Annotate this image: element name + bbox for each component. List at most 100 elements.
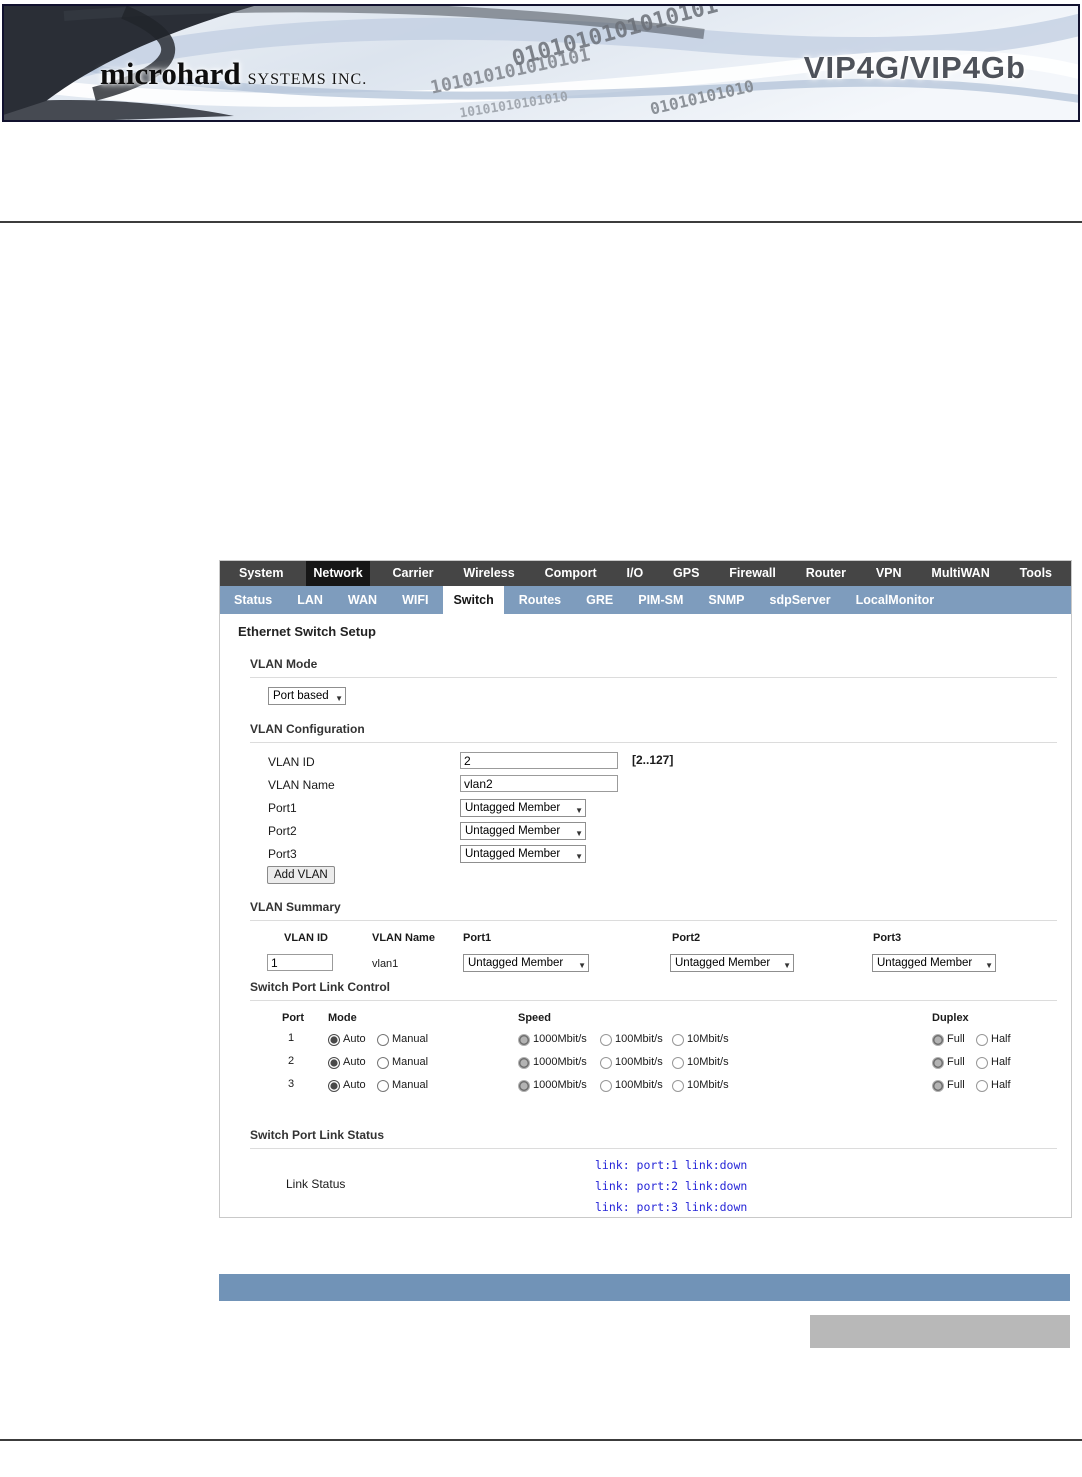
- duplex-half-radio[interactable]: [976, 1080, 988, 1092]
- vlan-config-heading: VLAN Configuration: [250, 722, 365, 736]
- device-web-ui: System Network Carrier Wireless Comport …: [219, 560, 1072, 1218]
- nav-tools[interactable]: Tools: [1013, 561, 1059, 586]
- link-control-heading: Switch Port Link Control: [250, 980, 390, 994]
- header-banner: 101010101010101 0101010101010101 1010101…: [2, 4, 1080, 122]
- summary-port2-select[interactable]: Untagged Member ▼: [670, 954, 794, 972]
- port1-select[interactable]: Untagged Member ▼: [460, 799, 586, 817]
- mode-auto-radio[interactable]: [328, 1080, 340, 1092]
- speed-1000-radio[interactable]: [518, 1034, 530, 1046]
- primary-nav: System Network Carrier Wireless Comport …: [220, 561, 1071, 586]
- port3-select[interactable]: Untagged Member ▼: [460, 845, 586, 863]
- summary-col-port3: Port3: [873, 932, 902, 944]
- speed-10-radio[interactable]: [672, 1057, 684, 1069]
- nav-comport[interactable]: Comport: [538, 561, 604, 586]
- vlan-name-input[interactable]: [460, 775, 618, 792]
- duplex-full-label: Full: [947, 1033, 965, 1045]
- speed-100-label: 100Mbit/s: [615, 1056, 663, 1068]
- summary-port1-select[interactable]: Untagged Member ▼: [463, 954, 589, 972]
- control-col-duplex: Duplex: [932, 1012, 969, 1024]
- mode-manual-radio[interactable]: [377, 1057, 389, 1069]
- nav-wireless[interactable]: Wireless: [456, 561, 521, 586]
- duplex-full-radio[interactable]: [932, 1080, 944, 1092]
- tab-wifi[interactable]: WIFI: [392, 586, 438, 614]
- link-status-label: Link Status: [286, 1177, 346, 1191]
- port-number: 2: [287, 1055, 295, 1067]
- speed-100-label: 100Mbit/s: [615, 1079, 663, 1091]
- nav-carrier[interactable]: Carrier: [386, 561, 441, 586]
- summary-vlan-id-input[interactable]: [267, 954, 333, 971]
- tab-sdpserver[interactable]: sdpServer: [760, 586, 841, 614]
- duplex-full-radio[interactable]: [932, 1034, 944, 1046]
- tab-snmp[interactable]: SNMP: [698, 586, 754, 614]
- port2-select[interactable]: Untagged Member ▼: [460, 822, 586, 840]
- duplex-full-radio[interactable]: [932, 1057, 944, 1069]
- summary-port3-select[interactable]: Untagged Member ▼: [872, 954, 996, 972]
- nav-multiwan[interactable]: MultiWAN: [924, 561, 996, 586]
- speed-1000-label: 1000Mbit/s: [533, 1056, 587, 1068]
- tab-status[interactable]: Status: [224, 586, 282, 614]
- link-status-line: link: port:2 link:down: [595, 1179, 748, 1193]
- speed-1000-label: 1000Mbit/s: [533, 1079, 587, 1091]
- chevron-down-icon: ▼: [578, 961, 586, 970]
- summary-port1-select-value: Untagged Member: [468, 957, 564, 969]
- product-name: VIP4G/VIP4Gb: [803, 50, 1026, 85]
- mode-manual-radio[interactable]: [377, 1034, 389, 1046]
- duplex-full-label: Full: [947, 1056, 965, 1068]
- footer-accent-bar: [219, 1274, 1070, 1301]
- tab-gre[interactable]: GRE: [576, 586, 623, 614]
- link-status-heading: Switch Port Link Status: [250, 1128, 385, 1142]
- link-status-line: link: port:1 link:down: [595, 1158, 748, 1172]
- nav-router[interactable]: Router: [799, 561, 853, 586]
- duplex-half-radio[interactable]: [976, 1034, 988, 1046]
- chevron-down-icon: ▼: [575, 806, 583, 815]
- nav-gps[interactable]: GPS: [666, 561, 706, 586]
- speed-100-label: 100Mbit/s: [615, 1033, 663, 1045]
- tab-lan[interactable]: LAN: [287, 586, 333, 614]
- mode-auto-label: Auto: [343, 1079, 366, 1091]
- secondary-nav: Status LAN WAN WIFI Switch Routes GRE PI…: [220, 586, 1071, 614]
- vlan-id-hint: [2..127]: [632, 753, 674, 767]
- tab-localmonitor[interactable]: LocalMonitor: [846, 586, 944, 614]
- vlan-mode-heading: VLAN Mode: [250, 657, 318, 671]
- port2-select-value: Untagged Member: [465, 825, 561, 837]
- summary-col-vlan-id: VLAN ID: [284, 932, 328, 944]
- speed-100-radio[interactable]: [600, 1057, 612, 1069]
- vlan-id-input[interactable]: [460, 752, 618, 769]
- tab-routes[interactable]: Routes: [509, 586, 571, 614]
- port3-label: Port3: [268, 847, 297, 861]
- nav-io[interactable]: I/O: [620, 561, 651, 586]
- mode-manual-label: Manual: [392, 1079, 429, 1091]
- speed-10-label: 10Mbit/s: [687, 1033, 729, 1045]
- speed-1000-label: 1000Mbit/s: [533, 1033, 587, 1045]
- speed-10-radio[interactable]: [672, 1034, 684, 1046]
- vlan-mode-select[interactable]: Port based ▼: [268, 687, 346, 705]
- nav-network[interactable]: Network: [306, 561, 370, 586]
- duplex-half-radio[interactable]: [976, 1057, 988, 1069]
- section-rule: [250, 742, 1057, 743]
- duplex-half-label: Half: [991, 1056, 1011, 1068]
- add-vlan-button[interactable]: Add VLAN: [267, 866, 335, 884]
- mode-manual-label: Manual: [392, 1056, 429, 1068]
- summary-vlan-name: vlan1: [372, 958, 399, 970]
- tab-switch[interactable]: Switch: [443, 586, 504, 614]
- port1-label: Port1: [268, 801, 297, 815]
- mode-auto-radio[interactable]: [328, 1057, 340, 1069]
- control-col-speed: Speed: [518, 1012, 552, 1024]
- section-rule: [250, 1148, 1057, 1149]
- mode-manual-label: Manual: [392, 1033, 429, 1045]
- speed-1000-radio[interactable]: [518, 1080, 530, 1092]
- tab-wan[interactable]: WAN: [338, 586, 387, 614]
- mode-manual-radio[interactable]: [377, 1080, 389, 1092]
- speed-1000-radio[interactable]: [518, 1057, 530, 1069]
- tab-pim-sm[interactable]: PIM-SM: [628, 586, 693, 614]
- speed-10-radio[interactable]: [672, 1080, 684, 1092]
- speed-100-radio[interactable]: [600, 1034, 612, 1046]
- nav-firewall[interactable]: Firewall: [722, 561, 783, 586]
- link-control-row: 1 Auto Manual 1000Mbit/s 100Mbit/s 10Mbi…: [220, 1032, 1071, 1049]
- mode-auto-radio[interactable]: [328, 1034, 340, 1046]
- speed-100-radio[interactable]: [600, 1080, 612, 1092]
- vlan-id-label: VLAN ID: [268, 755, 315, 769]
- port2-label: Port2: [268, 824, 297, 838]
- nav-vpn[interactable]: VPN: [869, 561, 909, 586]
- nav-system[interactable]: System: [232, 561, 290, 586]
